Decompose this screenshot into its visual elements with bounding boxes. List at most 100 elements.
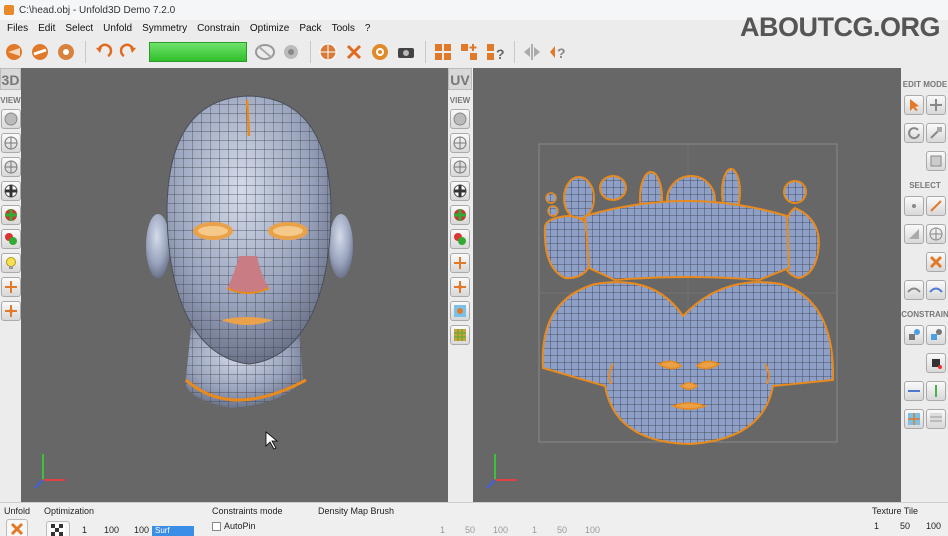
tab-uv[interactable]: UV [448, 68, 472, 90]
select-face-button[interactable] [904, 224, 924, 244]
menu-symmetry[interactable]: Symmetry [137, 23, 192, 34]
pack-options-button[interactable]: ? [483, 40, 507, 64]
uv-island-button[interactable] [450, 301, 470, 321]
opt-value-1[interactable]: 1 [82, 525, 87, 535]
cut-button[interactable] [342, 40, 366, 64]
sphere-icon [4, 112, 17, 126]
texture-value-2[interactable]: 50 [900, 521, 910, 531]
deselect-button[interactable] [926, 252, 946, 272]
density-value-5[interactable]: 50 [557, 525, 567, 535]
open-file-button[interactable] [2, 40, 26, 64]
texture-value-1[interactable]: 1 [874, 521, 879, 531]
uv-viewport[interactable] [473, 68, 901, 502]
frame-arrows-icon [4, 305, 17, 317]
optimize-bottom-button[interactable] [46, 521, 70, 536]
straighten-button[interactable] [904, 409, 924, 429]
menu-optimize[interactable]: Optimize [245, 23, 294, 34]
optimize-button[interactable] [316, 40, 340, 64]
density-value-2[interactable]: 50 [465, 525, 475, 535]
grow-selection-button[interactable] [904, 280, 924, 300]
density-value-6[interactable]: 100 [585, 525, 600, 535]
color-checker-button[interactable] [0, 205, 21, 225]
cross-icon [929, 255, 943, 269]
density-value-3[interactable]: 100 [493, 525, 508, 535]
autopin-check-box[interactable] [212, 522, 221, 532]
wire-shade-button[interactable] [0, 157, 21, 177]
select-edge-button[interactable] [926, 196, 946, 216]
tools-sidebar: EDIT MODE SELECT CONSTRAIN [901, 68, 948, 433]
uv-checker-button[interactable] [450, 181, 470, 201]
uv-sphere-button[interactable] [450, 109, 470, 129]
grid-pack-icon [435, 44, 451, 60]
progress-bar [149, 42, 247, 62]
menu-constrain[interactable]: Constrain [192, 23, 245, 34]
unpin-button[interactable] [926, 325, 946, 345]
uv-grid-button[interactable] [450, 325, 470, 345]
select-vertex-button[interactable] [904, 196, 924, 216]
menu-tools[interactable]: Tools [327, 23, 360, 34]
move-tool-button[interactable] [926, 95, 946, 115]
unfold-bottom-button[interactable] [6, 519, 28, 536]
texture-value-3[interactable]: 100 [926, 521, 941, 531]
pack-button[interactable] [431, 40, 455, 64]
grid-constrain-icon [930, 413, 942, 425]
wire-sphere-icon [4, 136, 17, 150]
uv-distortion-button[interactable] [450, 229, 470, 249]
wire-view-button[interactable] [0, 133, 21, 153]
uv-wire-button[interactable] [450, 133, 470, 153]
face-icon [909, 229, 919, 239]
uv-color-checker-button[interactable] [450, 205, 470, 225]
autopin-checkbox[interactable]: AutoPin [212, 521, 256, 532]
symmetry-help-button[interactable]: ? [546, 40, 570, 64]
select-tool-button[interactable] [904, 95, 924, 115]
edge-icon [930, 200, 942, 212]
save-file-button[interactable] [28, 40, 52, 64]
pin-button[interactable] [904, 325, 924, 345]
export-button[interactable] [54, 40, 78, 64]
grid-constrain-button[interactable] [926, 409, 946, 429]
select-island-button[interactable] [926, 224, 946, 244]
weld-button[interactable] [368, 40, 392, 64]
select-label: SELECT [909, 181, 941, 190]
menu-select[interactable]: Select [60, 23, 98, 34]
mirror-button[interactable] [520, 40, 544, 64]
pin-toggle-button[interactable] [926, 353, 946, 373]
rotate-tool-button[interactable] [904, 123, 924, 143]
sphere-view-button[interactable] [0, 109, 21, 129]
tab-3d[interactable]: 3D [0, 68, 21, 90]
align-vertical-button[interactable] [926, 381, 946, 401]
menu-pack[interactable]: Pack [294, 23, 326, 34]
constraints-mode-label: Constraints mode [212, 506, 283, 516]
move-view-button[interactable] [0, 277, 21, 297]
light-button[interactable] [0, 253, 21, 273]
menu-files[interactable]: Files [2, 23, 33, 34]
density-value-4[interactable]: 1 [532, 525, 537, 535]
menu-edit[interactable]: Edit [33, 23, 60, 34]
shrink-selection-button[interactable] [926, 280, 946, 300]
uv-shade-button[interactable] [450, 157, 470, 177]
flip-tool-button[interactable] [926, 151, 946, 171]
uv-move-button[interactable] [450, 253, 470, 273]
snapshot-button[interactable] [394, 40, 418, 64]
stop-button[interactable] [279, 40, 303, 64]
checker-view-button[interactable] [0, 181, 21, 201]
uv-frame-button[interactable] [450, 277, 470, 297]
checker-flag-icon [51, 524, 65, 536]
pack-add-button[interactable] [457, 40, 481, 64]
opt-mode-select[interactable]: Surf [152, 526, 194, 536]
view-label: VIEW [449, 96, 471, 105]
menu-help[interactable]: ? [360, 23, 376, 34]
redo-button[interactable] [117, 40, 141, 64]
uv-layout-render [486, 143, 838, 489]
density-value-1[interactable]: 1 [440, 525, 445, 535]
opt-value-2[interactable]: 100 [104, 525, 119, 535]
distortion-view-button[interactable] [0, 229, 21, 249]
menu-unfold[interactable]: Unfold [98, 23, 137, 34]
frame-view-button[interactable] [0, 301, 21, 321]
undo-button[interactable] [91, 40, 115, 64]
align-horizontal-button[interactable] [904, 381, 924, 401]
unfold-run-button[interactable] [253, 40, 277, 64]
opt-value-3[interactable]: 100 [134, 525, 149, 535]
3d-viewport[interactable] [21, 68, 448, 502]
scale-tool-button[interactable] [926, 123, 946, 143]
